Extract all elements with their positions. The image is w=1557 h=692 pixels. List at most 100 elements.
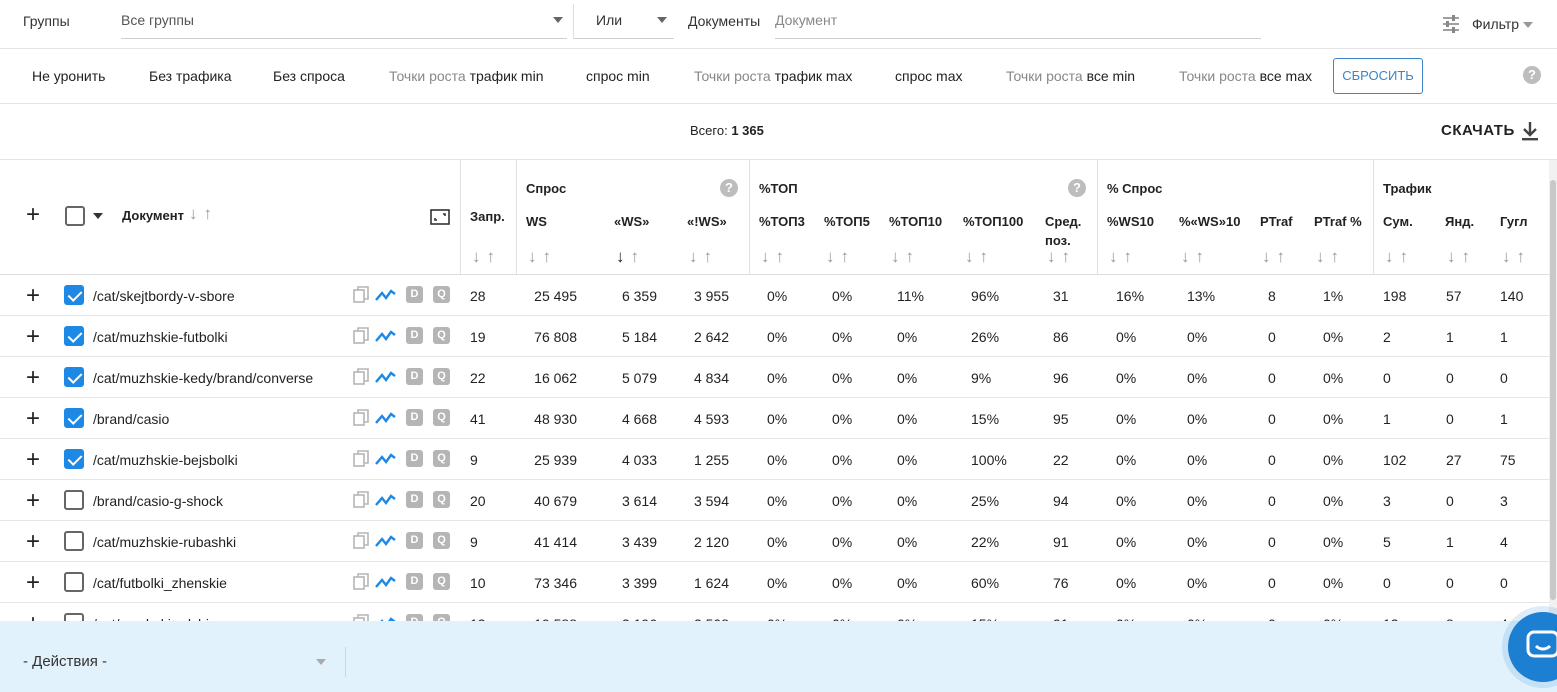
row-checkbox[interactable] xyxy=(64,326,84,346)
document-link[interactable]: /cat/muzhskie-kedy/brand/converse xyxy=(93,370,313,386)
document-link[interactable]: /cat/muzhskie-futbolki xyxy=(93,329,228,345)
requests-count[interactable]: 41 xyxy=(470,411,486,427)
filter-growth-traffic-min[interactable]: Точки роста трафик min xyxy=(389,68,543,84)
filter-demand-max[interactable]: спрос max xyxy=(895,68,963,84)
sort-traffic-yandex-icon[interactable]: ↓↑ xyxy=(1447,247,1476,267)
sort-top3-icon[interactable]: ↓↑ xyxy=(761,247,790,267)
column-ws[interactable]: WS xyxy=(526,214,547,229)
filter-growth-traffic-max[interactable]: Точки роста трафик max xyxy=(694,68,852,84)
sort-document-icon[interactable]: ↓↑ xyxy=(189,204,218,224)
q-badge-icon[interactable]: Q xyxy=(433,327,450,344)
d-badge-icon[interactable]: D xyxy=(406,573,423,590)
q-badge-icon[interactable]: Q xyxy=(433,368,450,385)
groups-select[interactable]: Все группы xyxy=(121,0,567,39)
column-exact-ws[interactable]: «!WS» xyxy=(687,214,727,229)
documents-input[interactable]: Документ xyxy=(775,0,1261,39)
actions-select[interactable]: - Действия - xyxy=(23,621,329,692)
sort-top100-icon[interactable]: ↓↑ xyxy=(965,247,994,267)
copy-icon[interactable] xyxy=(352,573,370,594)
document-link[interactable]: /brand/casio-g-shock xyxy=(93,493,223,509)
document-link[interactable]: /cat/muzhskie-rubashki xyxy=(93,534,236,550)
copy-icon[interactable] xyxy=(352,368,370,389)
column-traffic-sum[interactable]: Сум. xyxy=(1383,214,1413,229)
column-avg-position[interactable]: Сред. xyxy=(1045,214,1081,229)
expand-row-icon[interactable]: + xyxy=(26,407,40,431)
requests-count[interactable]: 22 xyxy=(470,370,486,386)
sort-traffic-sum-icon[interactable]: ↓↑ xyxy=(1385,247,1414,267)
sort-quoted-ws-icon[interactable]: ↓↑ xyxy=(616,247,645,267)
filter-no-traffic[interactable]: Без трафика xyxy=(149,68,232,84)
document-link[interactable]: /brand/casio xyxy=(93,411,169,427)
chevron-down-icon[interactable] xyxy=(93,213,103,219)
expand-row-icon[interactable]: + xyxy=(26,448,40,472)
column-requests[interactable]: Запр. xyxy=(470,209,505,224)
expand-row-icon[interactable]: + xyxy=(26,489,40,513)
table-scrollbar[interactable] xyxy=(1549,160,1557,620)
q-badge-icon[interactable]: Q xyxy=(433,409,450,426)
expand-row-icon[interactable]: + xyxy=(26,325,40,349)
q-badge-icon[interactable]: Q xyxy=(433,491,450,508)
column-quoted-ws10[interactable]: %«WS»10 xyxy=(1179,214,1240,229)
expand-row-icon[interactable]: + xyxy=(26,284,40,308)
select-all-checkbox[interactable] xyxy=(65,206,85,226)
filter-no-demand[interactable]: Без спроса xyxy=(273,68,345,84)
help-icon[interactable]: ? xyxy=(1068,179,1086,197)
row-checkbox[interactable] xyxy=(64,367,84,387)
d-badge-icon[interactable]: D xyxy=(406,327,423,344)
trend-chart-icon[interactable] xyxy=(375,450,397,471)
sort-ws-icon[interactable]: ↓↑ xyxy=(528,247,557,267)
row-checkbox[interactable] xyxy=(64,285,84,305)
copy-icon[interactable] xyxy=(352,327,370,348)
column-top100[interactable]: %ТОП100 xyxy=(963,214,1023,229)
requests-count[interactable]: 19 xyxy=(470,329,486,345)
trend-chart-icon[interactable] xyxy=(375,368,397,389)
help-icon[interactable]: ? xyxy=(720,179,738,197)
requests-count[interactable]: 28 xyxy=(470,288,486,304)
column-top5[interactable]: %ТОП5 xyxy=(824,214,870,229)
expand-row-icon[interactable]: + xyxy=(26,571,40,595)
document-link[interactable]: /cat/muzhskie-bejsbolki xyxy=(93,452,238,468)
d-badge-icon[interactable]: D xyxy=(406,450,423,467)
logic-select[interactable]: Или xyxy=(574,0,674,39)
requests-count[interactable]: 9 xyxy=(470,452,478,468)
filter-growth-all-min[interactable]: Точки роста все min xyxy=(1006,68,1135,84)
sort-ptraf-percent-icon[interactable]: ↓↑ xyxy=(1316,247,1345,267)
help-icon[interactable]: ? xyxy=(1523,66,1541,84)
sort-traffic-google-icon[interactable]: ↓↑ xyxy=(1502,247,1531,267)
column-document[interactable]: Документ xyxy=(122,208,184,223)
reset-button[interactable]: СБРОСИТЬ xyxy=(1333,58,1423,94)
filter-demand-min[interactable]: спрос min xyxy=(586,68,650,84)
expand-row-icon[interactable]: + xyxy=(26,366,40,390)
d-badge-icon[interactable]: D xyxy=(406,491,423,508)
row-checkbox[interactable] xyxy=(64,449,84,469)
column-ptraf-percent[interactable]: PTraf % xyxy=(1314,214,1362,229)
expand-row-icon[interactable]: + xyxy=(26,530,40,554)
sort-exact-ws-icon[interactable]: ↓↑ xyxy=(689,247,718,267)
document-link[interactable]: /cat/skejtbordy-v-sbore xyxy=(93,288,235,304)
column-quoted-ws[interactable]: «WS» xyxy=(614,214,649,229)
trend-chart-icon[interactable] xyxy=(375,573,397,594)
trend-chart-icon[interactable] xyxy=(375,327,397,348)
requests-count[interactable]: 10 xyxy=(470,575,486,591)
copy-icon[interactable] xyxy=(352,286,370,307)
d-badge-icon[interactable]: D xyxy=(406,409,423,426)
filter-button[interactable]: Фильтр xyxy=(1472,16,1519,32)
copy-icon[interactable] xyxy=(352,491,370,512)
download-icon[interactable] xyxy=(1521,121,1539,144)
trend-chart-icon[interactable] xyxy=(375,409,397,430)
d-badge-icon[interactable]: D xyxy=(406,286,423,303)
filter-no-drop[interactable]: Не уронить xyxy=(32,68,105,84)
expand-view-icon[interactable] xyxy=(430,209,450,228)
q-badge-icon[interactable]: Q xyxy=(433,450,450,467)
trend-chart-icon[interactable] xyxy=(375,532,397,553)
trend-chart-icon[interactable] xyxy=(375,491,397,512)
q-badge-icon[interactable]: Q xyxy=(433,573,450,590)
sort-top5-icon[interactable]: ↓↑ xyxy=(826,247,855,267)
row-checkbox[interactable] xyxy=(64,490,84,510)
row-checkbox[interactable] xyxy=(64,572,84,592)
expand-all-icon[interactable]: + xyxy=(26,203,40,227)
q-badge-icon[interactable]: Q xyxy=(433,532,450,549)
requests-count[interactable]: 20 xyxy=(470,493,486,509)
document-link[interactable]: /cat/futbolki_zhenskie xyxy=(93,575,227,591)
filter-growth-all-max[interactable]: Точки роста все max xyxy=(1179,68,1312,84)
